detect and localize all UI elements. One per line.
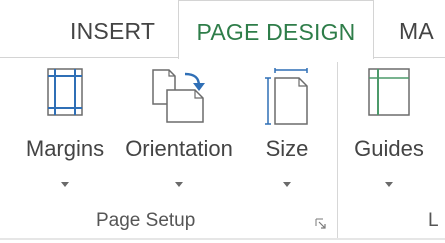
margins-dropdown-caret[interactable]: [61, 182, 69, 187]
tab-insert[interactable]: INSERT: [70, 0, 155, 58]
ribbon-panel: Margins Orientation Size Guides Page Set…: [0, 58, 445, 243]
orientation-label: Orientation: [125, 136, 233, 161]
size-button[interactable]: Size: [258, 58, 316, 193]
dialog-launcher-icon[interactable]: [315, 217, 327, 229]
margins-icon: [47, 68, 83, 121]
next-group-label-partial: L: [428, 210, 439, 231]
group-separator: [337, 62, 338, 240]
ribbon-bottom-border: [0, 238, 445, 240]
tab-page-design[interactable]: PAGE DESIGN: [178, 0, 374, 59]
page-size-icon: [265, 68, 309, 133]
size-label: Size: [265, 136, 309, 161]
orientation-icon: [149, 68, 209, 129]
guides-dropdown-caret[interactable]: [385, 182, 393, 187]
orientation-button[interactable]: Orientation: [118, 58, 240, 193]
ribbon-tab-bar: INSERT PAGE DESIGN MA: [0, 0, 445, 59]
guides-button[interactable]: Guides: [350, 58, 428, 193]
margins-label: Margins: [25, 136, 105, 161]
guides-icon: [368, 68, 410, 121]
orientation-dropdown-caret[interactable]: [175, 182, 183, 187]
guides-label: Guides: [354, 136, 424, 161]
page-setup-group-label: Page Setup: [96, 210, 196, 231]
size-dropdown-caret[interactable]: [283, 182, 291, 187]
margins-button[interactable]: Margins: [20, 58, 110, 193]
tab-next-partial[interactable]: MA: [399, 0, 434, 58]
